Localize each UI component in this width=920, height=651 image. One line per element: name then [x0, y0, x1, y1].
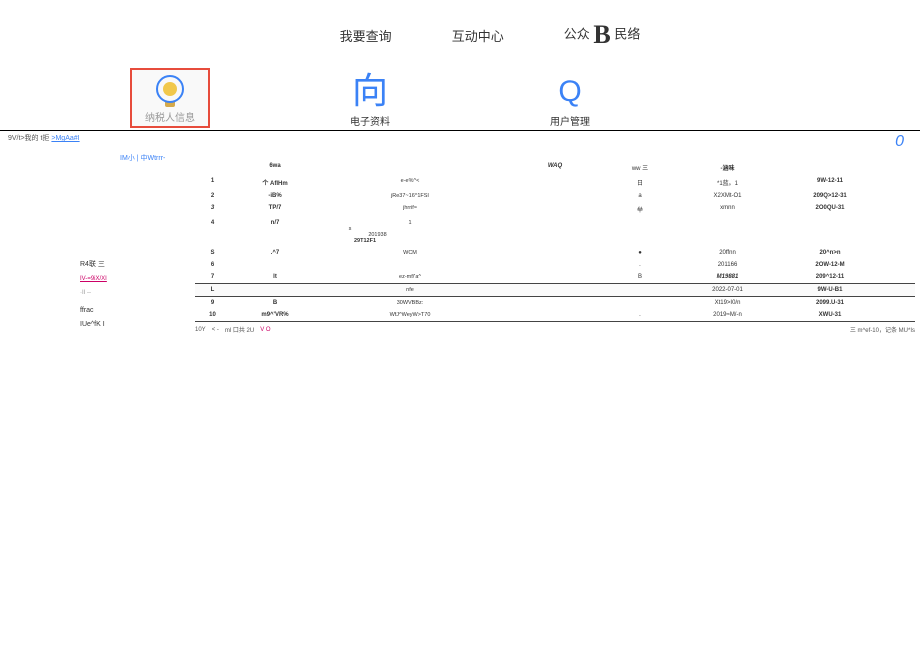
- side-info: R4联 三 IV-=9iX/XI ·II -- ffrac IUe^fK I: [80, 258, 107, 332]
- page-total: 三 m^ef-10，记条 MU*Is: [850, 325, 915, 334]
- subtab-2[interactable]: 中Wtrrr-: [141, 155, 166, 162]
- table-row[interactable]: 6.2011662OW-12-M: [195, 259, 915, 271]
- table-row[interactable]: Lnfe2022-07-019W-U-B1: [195, 283, 915, 297]
- page-info: ml 口共 2U: [225, 325, 254, 334]
- table-row[interactable]: 10m9^'VR%WfJ^WeyW>T70.2019≈M/-nXWU-31: [195, 309, 915, 322]
- table-header: 6wa WAQ ww 三 -涵味: [195, 163, 915, 175]
- data-table: 6wa WAQ ww 三 -涵味 1个 AfIHme-e%^<日*1蓝。19W-…: [195, 163, 915, 337]
- col-5-header: ww 三: [610, 163, 670, 172]
- edocs-icon: 向: [352, 73, 388, 109]
- breadcrumb-link[interactable]: >MgAa#I: [51, 135, 79, 142]
- subtab-1[interactable]: IM小: [120, 155, 135, 162]
- nav-query[interactable]: 我要查询: [340, 26, 392, 45]
- table-row[interactable]: 3TP/7jhrrif≈举xmnn2O0QU-31: [195, 202, 915, 217]
- taxpayer-info-label: 纳税人信息: [140, 109, 200, 124]
- breadcrumb-text: 9V/t>我的 t拒: [8, 135, 49, 142]
- edocs-label: 电子资料: [350, 113, 390, 128]
- subtabs: IM小 | 中Wtrrr-: [120, 153, 920, 163]
- col-6-header: -涵味: [670, 163, 785, 172]
- table-row[interactable]: S.^7WCM●20ffnn20^n>n: [195, 247, 915, 259]
- taxpayer-badge-icon: [156, 75, 184, 103]
- count-badge: 0: [895, 133, 912, 151]
- table-row[interactable]: 7ltez-mf/'a^BM19881209^12-11: [195, 271, 915, 283]
- table-row[interactable]: 2-iB%jRe37~16^1FSIaX2XMt-O1209Q>12-31: [195, 190, 915, 202]
- taxpayer-info-tab[interactable]: 纳税人信息: [130, 68, 210, 128]
- user-mgmt-tab[interactable]: Q 用户管理: [530, 75, 610, 128]
- nav-zl-text: 民络: [614, 26, 640, 41]
- edocs-tab[interactable]: 向 电子资料: [330, 73, 410, 128]
- nav-gz-text: 公众: [564, 26, 590, 41]
- nav-b-letter: B: [593, 20, 610, 49]
- page-vo[interactable]: V O: [260, 327, 270, 333]
- user-mgmt-icon: Q: [558, 75, 581, 109]
- page-size[interactable]: 10Y: [195, 327, 206, 333]
- user-mgmt-label: 用户管理: [550, 113, 590, 128]
- table-row[interactable]: 1个 AfIHme-e%^<日*1蓝。19W-12-11: [195, 175, 915, 190]
- table-row[interactable]: 9B30WVBBz:Xt19>I0/n2099.U-31: [195, 297, 915, 309]
- col-4-header: WAQ: [500, 163, 610, 172]
- side-header: R4联 三: [80, 258, 107, 272]
- table-row[interactable]: 4n/71s20193829T12F1: [195, 217, 915, 247]
- side-row-2: IUe^fK I: [80, 318, 107, 332]
- breadcrumb: 9V/t>我的 t拒 >MgAa#I: [8, 133, 80, 151]
- side-link[interactable]: IV-=9iX/XI: [80, 272, 107, 286]
- pager: 10Y < - ml 口共 2U V O 三 m^ef-10，记条 MU*Is: [195, 322, 915, 337]
- page-prev[interactable]: < -: [212, 327, 219, 333]
- col-2-header: 6wa: [230, 163, 320, 172]
- side-row-1: ffrac: [80, 304, 107, 318]
- side-sub: ·II --: [80, 286, 107, 300]
- nav-public[interactable]: 公众 B 民络: [564, 20, 641, 50]
- nav-hudong[interactable]: 互动中心: [452, 26, 504, 45]
